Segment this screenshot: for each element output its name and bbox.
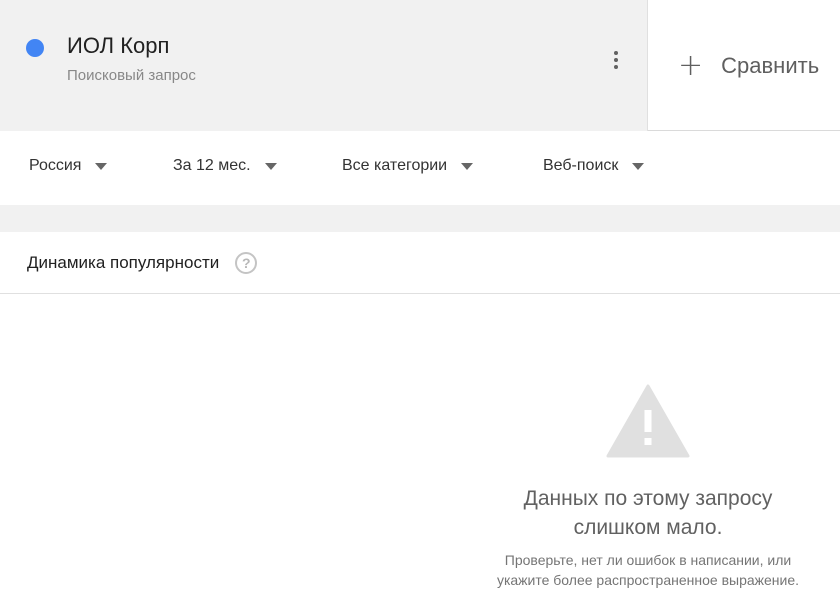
period-dropdown[interactable]: За 12 мес. bbox=[173, 157, 277, 175]
term-type: Поисковый запрос bbox=[67, 67, 196, 84]
category-label: Все категории bbox=[342, 157, 448, 174]
header-area: ИОЛ Корп Поисковый запрос + Сравнить bbox=[0, 0, 840, 131]
warning-icon bbox=[606, 384, 690, 458]
panel-title: Динамика популярности bbox=[27, 252, 220, 272]
filters-bar: Россия За 12 мес. Все категории Веб-поис… bbox=[0, 131, 840, 205]
caret-down-icon bbox=[632, 162, 645, 170]
panel-header: Динамика популярности ? bbox=[0, 232, 840, 294]
category-dropdown[interactable]: Все категории bbox=[342, 157, 474, 175]
plus-icon: + bbox=[678, 47, 704, 83]
search-type-label: Веб-поиск bbox=[543, 157, 619, 174]
caret-down-icon bbox=[95, 162, 108, 170]
empty-state-hint: Проверьте, нет ли ошибок в написании, ил… bbox=[496, 552, 800, 588]
interest-over-time-panel: Динамика популярности ? Данных по этому … bbox=[0, 232, 840, 599]
section-divider bbox=[0, 205, 840, 232]
term-color-dot bbox=[26, 39, 44, 57]
region-dropdown[interactable]: Россия bbox=[29, 157, 108, 175]
caret-down-icon bbox=[264, 162, 277, 170]
more-options-icon[interactable] bbox=[603, 44, 629, 76]
search-term-card[interactable]: ИОЛ Корп Поисковый запрос bbox=[0, 0, 648, 131]
term-name: ИОЛ Корп bbox=[67, 33, 170, 58]
empty-state-title: Данных по этому запросу слишком мало. bbox=[523, 487, 773, 539]
period-label: За 12 мес. bbox=[173, 157, 251, 174]
compare-label: Сравнить bbox=[721, 52, 820, 78]
search-type-dropdown[interactable]: Веб-поиск bbox=[543, 157, 645, 175]
region-label: Россия bbox=[29, 157, 82, 174]
compare-button[interactable]: + Сравнить bbox=[648, 0, 840, 131]
help-circle-icon[interactable]: ? bbox=[235, 251, 258, 274]
caret-down-icon bbox=[461, 162, 474, 170]
